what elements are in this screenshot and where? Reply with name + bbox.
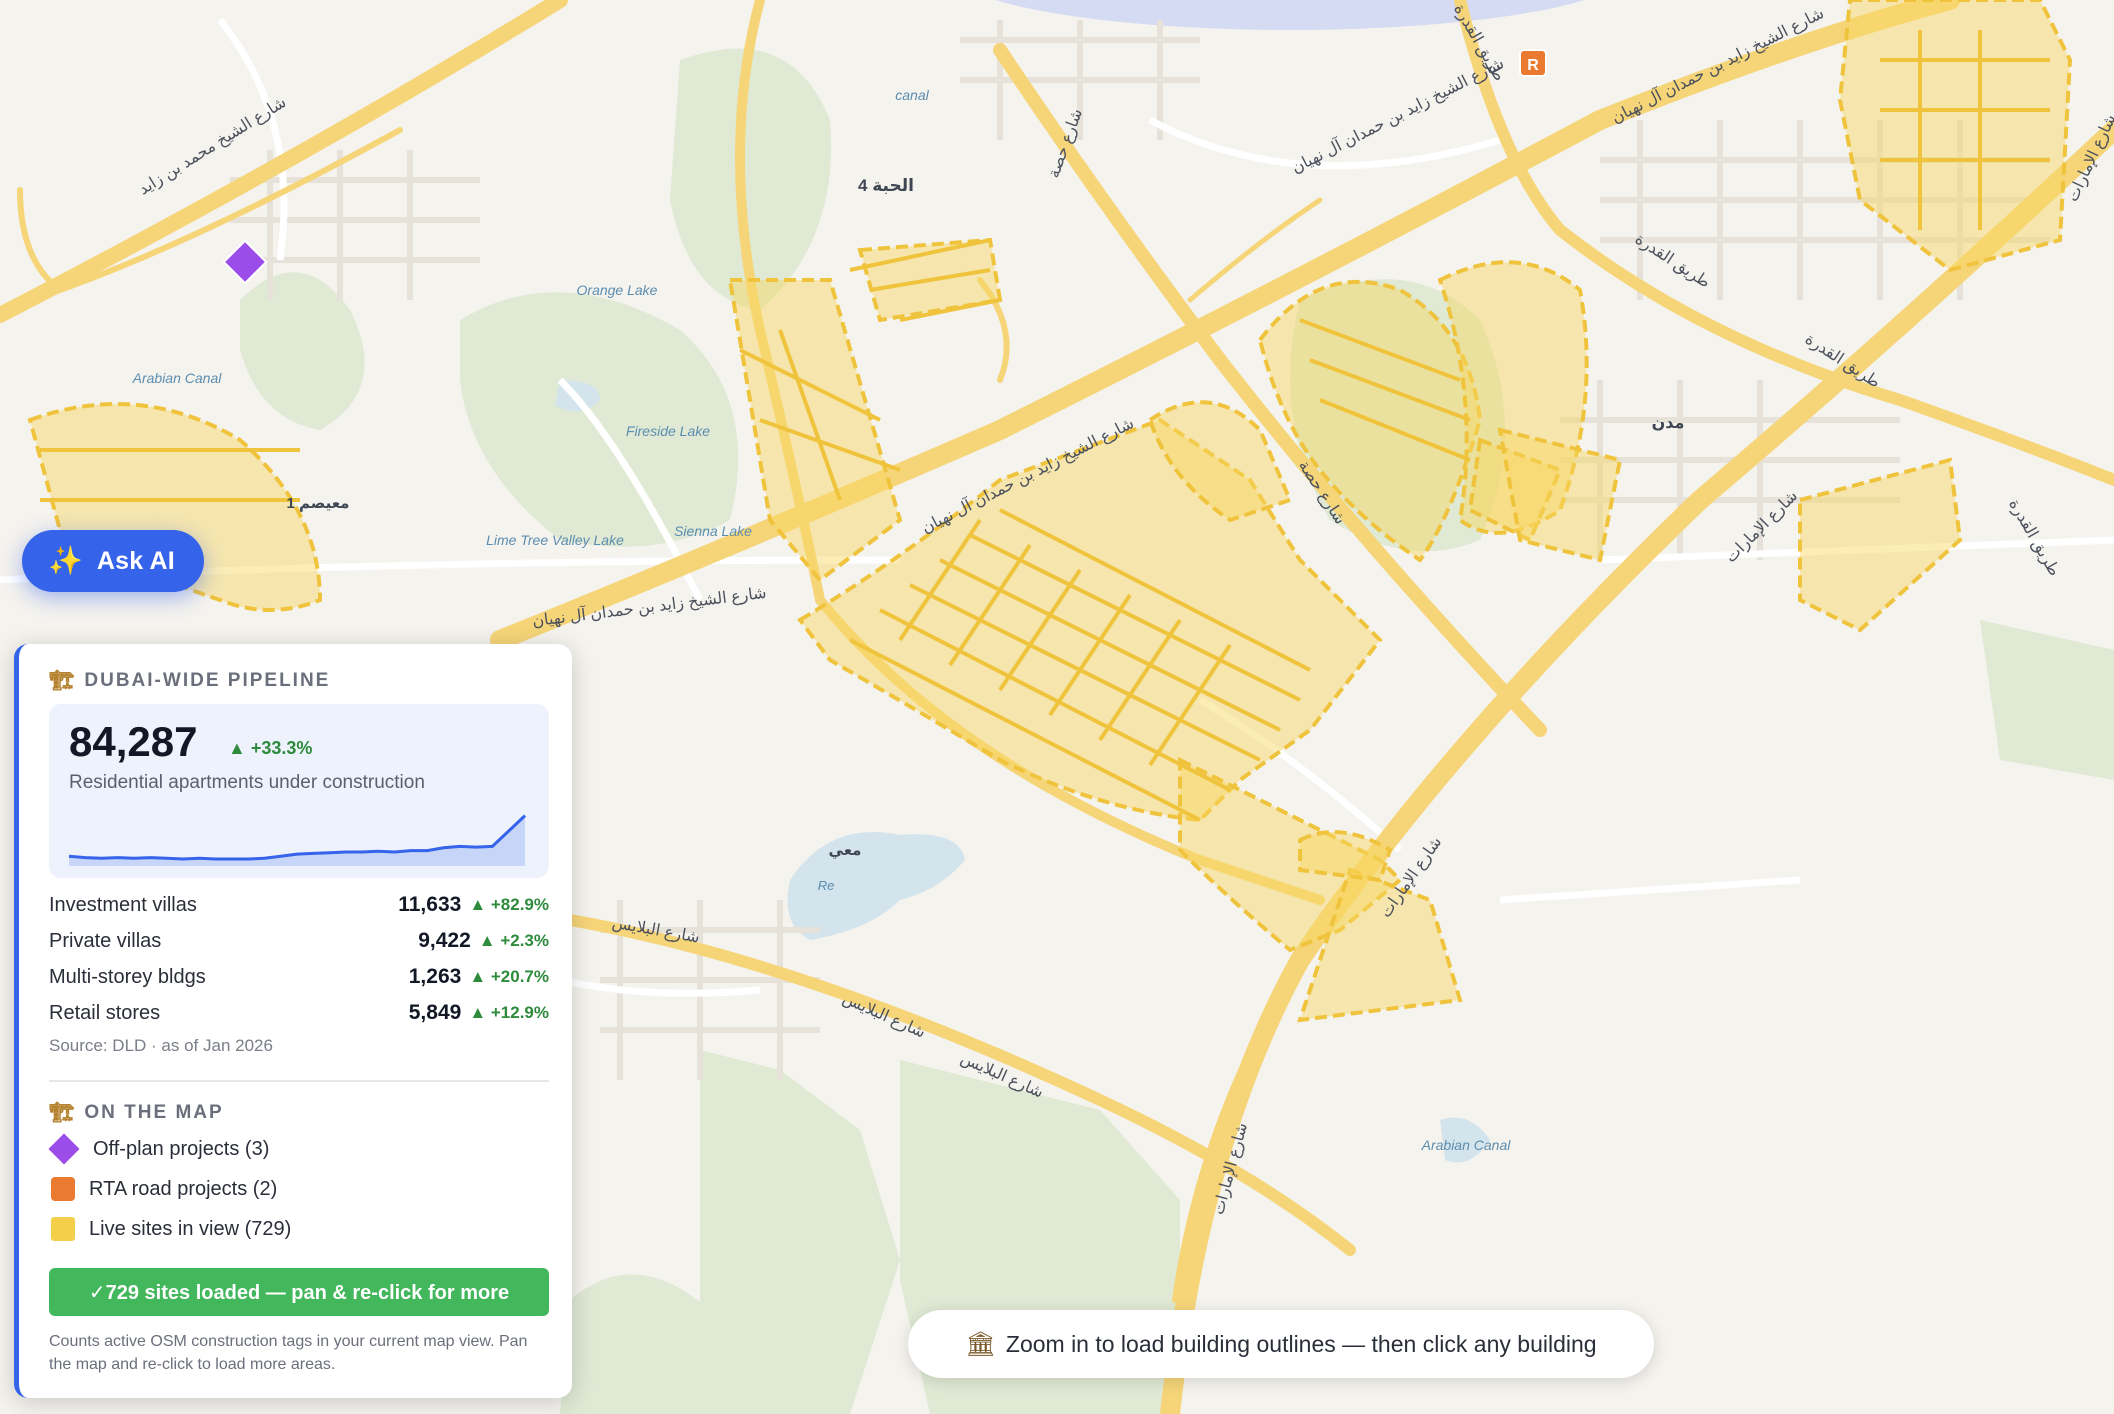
legend-label: RTA road projects (2) (89, 1177, 278, 1200)
stat-name: Private villas (49, 929, 162, 952)
legend-item-live-sites[interactable]: Live sites in view (729) (47, 1212, 547, 1246)
headline-stat-card: 84,287 ▲ +33.3% Residential apartments u… (49, 704, 549, 878)
rta-marker-letter: R (1527, 57, 1539, 74)
legend-item-rta[interactable]: RTA road projects (2) (47, 1172, 547, 1206)
data-source: Source: DLD · as of Jan 2026 (49, 1036, 273, 1055)
sparkles-icon: ✨ (48, 545, 83, 576)
zoom-hint-toast: 🏛 Zoom in to load building outlines — th… (908, 1310, 1654, 1378)
legend-label: Live sites in view (729) (89, 1217, 292, 1240)
zoom-hint-text: Zoom in to load building outlines — then… (1005, 1330, 1597, 1357)
stat-value: 5,849 (408, 1001, 462, 1024)
load-sites-button[interactable]: ✓729 sites loaded — pan & re-click for m… (49, 1268, 549, 1316)
stat-row-private-villas: Private villas 9,422 ▲ +2.3% (49, 926, 549, 956)
purple-diamond-icon (48, 1133, 80, 1165)
rta-project-marker[interactable]: R (1519, 49, 1547, 77)
ask-ai-label: Ask AI (96, 546, 175, 575)
label-re: Re (818, 878, 835, 893)
construction-crane-icon: 🏗 (49, 1102, 75, 1124)
stat-delta: ▲ +2.3% (478, 931, 549, 950)
stat-value: 11,633 (398, 893, 462, 916)
stat-name: Multi-storey bldgs (49, 965, 206, 988)
label-sienna-lake: Sienna Lake (674, 523, 752, 539)
stat-name: Investment villas (49, 893, 197, 916)
on-the-map-header: 🏗 ON THE MAP (49, 1100, 224, 1125)
pipeline-title: DUBAI-WIDE PIPELINE (84, 669, 331, 691)
legend-label: Off-plan projects (3) (93, 1137, 270, 1160)
construction-crane-icon: 🏗 (49, 670, 75, 692)
label-canal: canal (895, 87, 929, 103)
label-mudon: مدن (1652, 415, 1685, 432)
museum-icon: 🏛 (965, 1330, 996, 1358)
stat-delta: ▲ +82.9% (469, 895, 549, 914)
stat-name: Retail stores (49, 1001, 161, 1024)
label-arabian-canal-west: Arabian Canal (132, 370, 223, 386)
label-orange-lake: Orange Lake (577, 282, 658, 298)
on-the-map-title: ON THE MAP (84, 1101, 224, 1123)
label-al-hebiah-4: الحبة 4 (858, 176, 914, 195)
label-lime-tree-valley: Lime Tree Valley Lake (486, 532, 624, 548)
ask-ai-button[interactable]: ✨ Ask AI (22, 530, 204, 592)
label-maaisem-1: معيصم 1 (287, 495, 350, 512)
help-note: Counts active OSM construction tags in y… (49, 1333, 528, 1373)
legend-item-offplan[interactable]: Off-plan projects (3) (47, 1132, 547, 1166)
stat-value: 9,422 (418, 929, 471, 952)
label-arabian-canal-east: Arabian Canal (1421, 1137, 1512, 1153)
label-fireside-lake: Fireside Lake (626, 423, 710, 439)
section-divider (49, 1080, 549, 1082)
stat-row-retail-stores: Retail stores 5,849 ▲ +12.9% (49, 998, 549, 1028)
yellow-square-icon (51, 1217, 75, 1241)
headline-value: 84,287 (69, 718, 198, 765)
pipeline-panel: 🏗 DUBAI-WIDE PIPELINE 84,287 ▲ +33.3% Re… (14, 644, 572, 1398)
trend-sparkline (68, 814, 527, 866)
label-maa: معي (829, 842, 862, 859)
headline-delta: ▲ +33.3% (228, 738, 313, 758)
stat-row-investment-villas: Investment villas 11,633 ▲ +82.9% (49, 890, 549, 920)
orange-square-icon (51, 1177, 75, 1201)
stat-value: 1,263 (408, 965, 462, 988)
pipeline-header: 🏗 DUBAI-WIDE PIPELINE (49, 668, 330, 693)
headline-subtitle: Residential apartments under constructio… (69, 772, 425, 793)
stat-delta: ▲ +20.7% (469, 967, 549, 986)
stat-row-multi-storey: Multi-storey bldgs 1,263 ▲ +20.7% (49, 962, 549, 992)
stat-delta: ▲ +12.9% (469, 1003, 549, 1022)
